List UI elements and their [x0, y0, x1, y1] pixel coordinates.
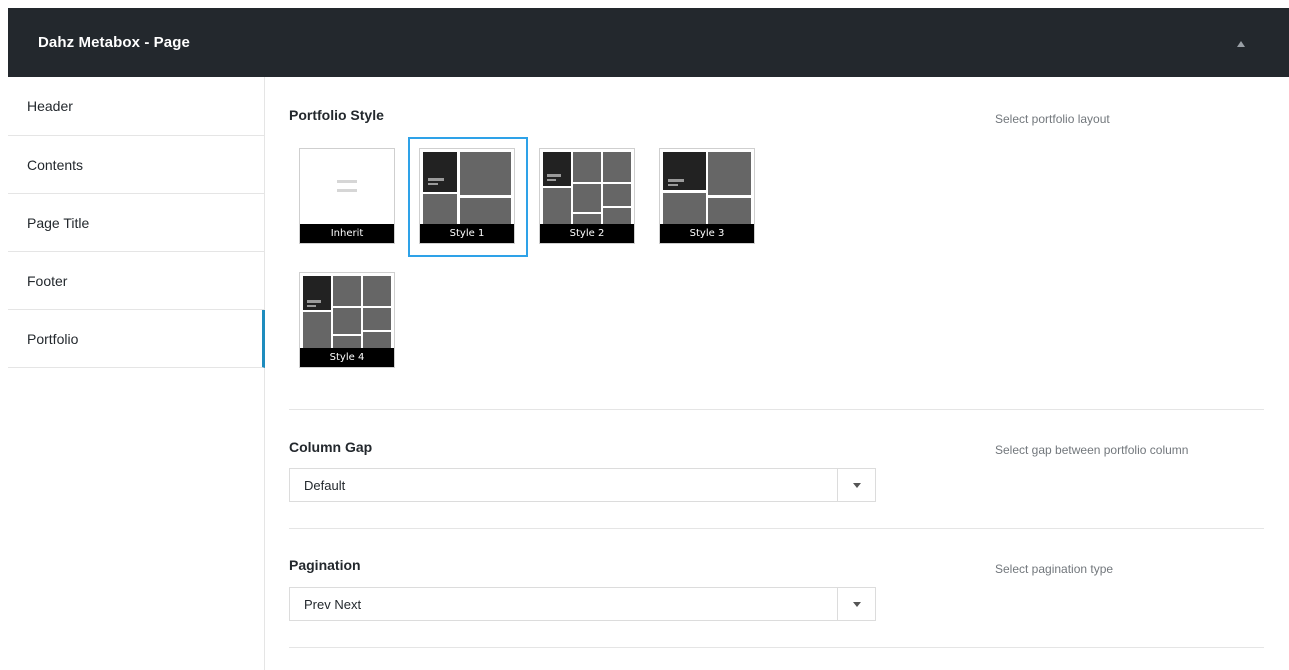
- style-3-layout-icon: [663, 152, 751, 224]
- metabox-header[interactable]: Dahz Metabox - Page: [8, 8, 1289, 77]
- metabox-sidebar: Header Contents Page Title Footer Portfo…: [8, 77, 265, 670]
- pagination-select[interactable]: Prev Next: [289, 587, 876, 621]
- section-divider: [289, 409, 1264, 410]
- metabox-content: Portfolio Style Select portfolio layout …: [266, 77, 1289, 670]
- metabox-title: Dahz Metabox - Page: [38, 34, 190, 51]
- pagination-value: Prev Next: [304, 597, 362, 612]
- style-option-label: Style 1: [420, 224, 514, 243]
- column-gap-select[interactable]: Default: [289, 468, 876, 502]
- section-divider: [289, 528, 1264, 529]
- style-option-style-3[interactable]: Style 3: [659, 148, 755, 244]
- portfolio-style-title: Portfolio Style: [289, 107, 384, 123]
- style-option-label: Style 2: [540, 224, 634, 243]
- style-option-style-4[interactable]: Style 4: [299, 272, 395, 368]
- style-1-layout-icon: [423, 152, 511, 224]
- style-2-layout-icon: [543, 152, 631, 224]
- sidebar-item-contents[interactable]: Contents: [8, 136, 264, 194]
- sidebar-item-page-title[interactable]: Page Title: [8, 194, 264, 252]
- chevron-down-icon[interactable]: [837, 469, 875, 501]
- style-4-layout-icon: [303, 276, 391, 348]
- triangle-up-icon[interactable]: [1233, 36, 1249, 52]
- pagination-title: Pagination: [289, 557, 361, 573]
- chevron-down-icon[interactable]: [837, 588, 875, 620]
- sidebar-item-header[interactable]: Header: [8, 77, 264, 136]
- sidebar-item-footer[interactable]: Footer: [8, 252, 264, 310]
- metabox-panel: Dahz Metabox - Page Header Contents Page…: [8, 8, 1289, 670]
- style-option-label: Inherit: [300, 224, 394, 243]
- pagination-description: Select pagination type: [995, 562, 1114, 576]
- column-gap-description: Select gap between portfolio column: [995, 443, 1189, 457]
- sidebar-item-portfolio[interactable]: Portfolio: [8, 310, 265, 368]
- style-option-label: Style 4: [300, 348, 394, 367]
- style-option-style-1[interactable]: Style 1: [408, 137, 528, 257]
- style-option-inherit[interactable]: Inherit: [299, 148, 395, 244]
- style-option-style-2[interactable]: Style 2: [539, 148, 635, 244]
- style-option-label: Style 3: [660, 224, 754, 243]
- section-divider: [289, 647, 1264, 648]
- column-gap-value: Default: [304, 478, 346, 493]
- column-gap-title: Column Gap: [289, 439, 373, 455]
- portfolio-style-description: Select portfolio layout: [995, 112, 1110, 126]
- inherit-layout-icon: [337, 180, 357, 192]
